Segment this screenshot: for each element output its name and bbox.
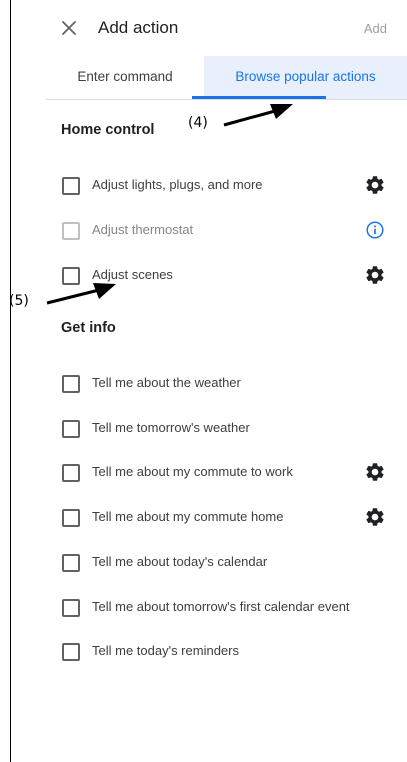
action-row-adjust-scenes[interactable]: Adjust scenes [46,261,407,291]
page-title: Add action [98,18,179,37]
checkbox[interactable] [62,420,80,438]
action-row-adjust-lights[interactable]: Adjust lights, plugs, and more [46,171,407,201]
checkbox[interactable] [62,599,80,617]
gear-icon[interactable] [364,264,386,286]
action-label: Tell me tomorrow's weather [92,420,250,435]
checkbox[interactable] [62,177,80,195]
gear-icon[interactable] [364,461,386,483]
tab-enter-command[interactable]: Enter command [46,56,204,99]
section-title-home-control: Home control [61,122,155,138]
action-row-tomorrow-weather[interactable]: Tell me tomorrow's weather [46,414,407,444]
checkbox[interactable] [62,464,80,482]
app-bar: Add action Add [0,0,407,56]
frame-border [10,0,11,762]
tab-browse-popular-actions[interactable]: Browse popular actions [204,56,407,99]
action-label: Tell me about my commute to work [92,464,293,479]
action-row-today-calendar[interactable]: Tell me about today's calendar [46,548,407,578]
tabs-divider [46,99,407,100]
checkbox[interactable] [62,375,80,393]
add-button[interactable]: Add [364,21,387,36]
section-title-get-info: Get info [61,320,116,336]
action-label: Tell me about tomorrow's first calendar … [92,599,350,614]
annotation-label-5: (5) [9,293,29,309]
action-row-reminders[interactable]: Tell me today's reminders [46,637,407,667]
checkbox[interactable] [62,509,80,527]
gear-icon[interactable] [364,174,386,196]
action-label: Adjust scenes [92,267,173,282]
action-label: Adjust lights, plugs, and more [92,177,263,192]
checkbox[interactable] [62,222,80,240]
info-icon[interactable] [364,219,386,241]
action-label: Tell me about today's calendar [92,554,268,569]
action-row-commute-work[interactable]: Tell me about my commute to work [46,458,407,488]
action-label: Tell me about my commute home [92,509,284,524]
action-label: Tell me today's reminders [92,643,239,658]
action-row-commute-home[interactable]: Tell me about my commute home [46,503,407,533]
annotation-label-4: (4) [188,115,208,131]
checkbox[interactable] [62,554,80,572]
tab-bar: Enter command Browse popular actions [46,56,407,99]
gear-icon[interactable] [364,506,386,528]
action-row-first-calendar-event[interactable]: Tell me about tomorrow's first calendar … [46,593,407,623]
close-icon[interactable] [58,17,80,39]
action-row-weather[interactable]: Tell me about the weather [46,369,407,399]
action-label: Adjust thermostat [92,222,194,237]
checkbox[interactable] [62,643,80,661]
checkbox[interactable] [62,267,80,285]
action-row-adjust-thermostat[interactable]: Adjust thermostat [46,216,407,246]
action-label: Tell me about the weather [92,375,241,390]
annotation-arrow-4 [223,104,293,127]
